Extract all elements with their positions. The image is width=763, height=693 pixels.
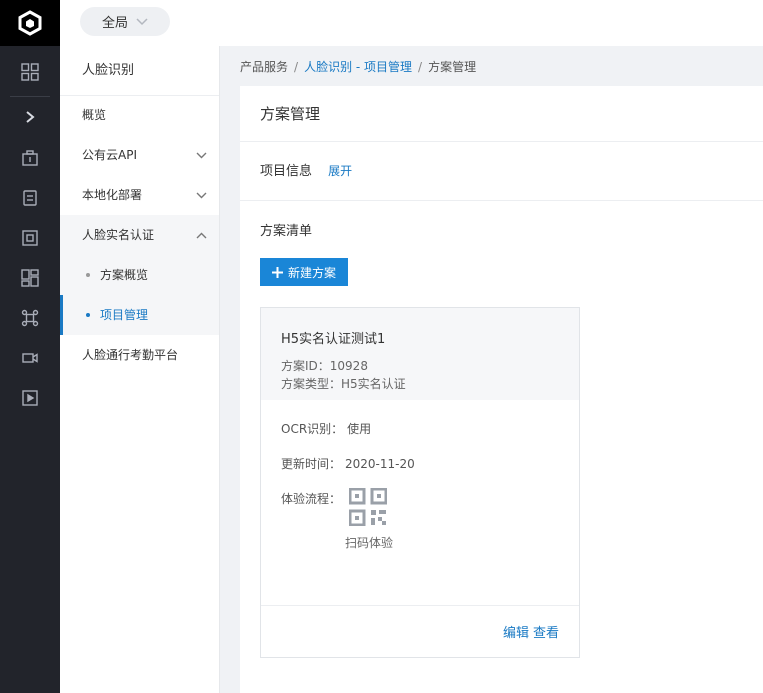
- rail-dashboard[interactable]: [0, 52, 60, 92]
- nav-item-label: 概览: [82, 108, 107, 122]
- breadcrumb-root[interactable]: 产品服务: [240, 60, 288, 74]
- qr-code-icon: [348, 487, 388, 527]
- active-indicator: [60, 295, 63, 335]
- updated-row: 更新时间： 2020-11-20: [281, 455, 415, 472]
- sub-item-label: 项目管理: [100, 308, 149, 322]
- building-icon: [22, 150, 38, 166]
- view-link[interactable]: 查看: [533, 626, 559, 641]
- nav-item-realname-auth[interactable]: 人脸实名认证: [60, 215, 219, 255]
- nav-item-label: 人脸实名认证: [82, 228, 155, 242]
- nav-item-public-cloud-api[interactable]: 公有云API: [60, 135, 219, 175]
- expand-link[interactable]: 展开: [328, 164, 352, 178]
- updated-value: 2020-11-20: [345, 457, 415, 471]
- play-box-icon: [22, 390, 38, 406]
- logo[interactable]: [0, 0, 60, 46]
- rail-storage[interactable]: [0, 178, 60, 218]
- chevron-down-icon: [196, 152, 207, 158]
- breadcrumb-separator: /: [418, 60, 423, 74]
- nav-item-local-deployment[interactable]: 本地化部署: [60, 175, 219, 215]
- scope-selector[interactable]: 全局: [80, 7, 170, 36]
- scheme-card-body: OCR识别： 使用 更新时间： 2020-11-20 体验流程： 扫码体验: [261, 400, 579, 606]
- ocr-row: OCR识别： 使用: [281, 420, 371, 437]
- scheme-card-footer: 编辑 查看: [261, 606, 579, 658]
- scheme-id: 方案ID：10928: [281, 359, 368, 373]
- breadcrumb: 产品服务 / 人脸识别 - 项目管理 / 方案管理: [240, 58, 476, 75]
- top-bar: 全局: [60, 0, 763, 46]
- breadcrumb-separator: /: [294, 60, 299, 74]
- nav-item-label: 人脸通行考勤平台: [82, 348, 179, 362]
- project-info-row: 项目信息 展开: [240, 142, 763, 201]
- ocr-label: OCR识别：: [281, 422, 344, 436]
- plus-icon: [271, 266, 283, 278]
- page-title: 方案管理: [240, 86, 763, 142]
- chevron-up-icon: [196, 232, 207, 238]
- apps-icon: [21, 269, 39, 287]
- frame-icon: [22, 230, 38, 246]
- nav-group-realname-auth: 人脸实名认证 方案概览 项目管理: [60, 215, 219, 335]
- breadcrumb-current: 方案管理: [428, 60, 477, 74]
- scheme-list-title: 方案清单: [260, 224, 313, 239]
- sub-sidebar-title: 人脸识别: [60, 46, 219, 96]
- database-icon: [23, 190, 37, 206]
- video-camera-icon: [22, 353, 38, 363]
- command-icon: [21, 309, 39, 327]
- rail-command[interactable]: [0, 298, 60, 338]
- rail-expand[interactable]: [0, 97, 60, 137]
- chevron-down-icon: [196, 192, 207, 198]
- bullet-dot-icon: [86, 313, 90, 317]
- scope-label: 全局: [101, 16, 128, 31]
- bullet-dot-icon: [86, 273, 90, 277]
- scheme-name: H5实名认证测试1: [281, 332, 386, 347]
- flow-row: 体验流程：: [281, 490, 341, 507]
- scheme-card-header: H5实名认证测试1 方案ID：10928 方案类型：H5实名认证: [261, 308, 579, 400]
- chevron-right-icon: [26, 111, 35, 123]
- sub-item-scheme-overview[interactable]: 方案概览: [60, 255, 219, 295]
- sub-item-project-management[interactable]: 项目管理: [60, 295, 219, 335]
- ocr-value: 使用: [347, 422, 372, 436]
- card-actions: 编辑 查看: [499, 622, 559, 641]
- scheme-card: H5实名认证测试1 方案ID：10928 方案类型：H5实名认证 OCR识别：使…: [260, 307, 580, 658]
- rail-monitor[interactable]: [0, 218, 60, 258]
- new-scheme-button-label: 新建方案: [287, 265, 336, 280]
- nav-item-attendance-platform[interactable]: 人脸通行考勤平台: [60, 335, 219, 375]
- rail-video[interactable]: [0, 338, 60, 378]
- project-info-label: 项目信息: [260, 164, 313, 179]
- main-panel: 方案管理 项目信息 展开 方案清单 新建方案 H5实名认证测试1 方案ID：10…: [240, 86, 763, 693]
- rail-product[interactable]: [0, 138, 60, 178]
- sub-item-label: 方案概览: [100, 268, 149, 282]
- grid-icon: [21, 63, 39, 81]
- nav-item-label: 公有云API: [82, 148, 137, 162]
- qr-label: 扫码体验: [345, 536, 394, 550]
- flow-label: 体验流程：: [281, 492, 342, 506]
- breadcrumb-link-project[interactable]: 人脸识别 - 项目管理: [304, 60, 412, 74]
- updated-label: 更新时间：: [281, 457, 342, 471]
- rail-apps[interactable]: [0, 258, 60, 298]
- rail-play[interactable]: [0, 378, 60, 418]
- sub-sidebar: 人脸识别 概览 公有云API 本地化部署 人脸实名认证 方案概览 项目管理 人脸…: [60, 46, 220, 693]
- scheme-type: 方案类型：H5实名认证: [281, 377, 406, 391]
- qr-code[interactable]: [348, 487, 388, 529]
- nav-item-label: 本地化部署: [82, 188, 143, 202]
- chevron-down-icon: [136, 17, 148, 25]
- edit-link[interactable]: 编辑: [503, 626, 529, 641]
- hexagon-logo-icon: [18, 10, 42, 36]
- new-scheme-button[interactable]: 新建方案: [260, 258, 348, 286]
- nav-item-overview[interactable]: 概览: [60, 95, 219, 135]
- left-rail: [0, 0, 60, 693]
